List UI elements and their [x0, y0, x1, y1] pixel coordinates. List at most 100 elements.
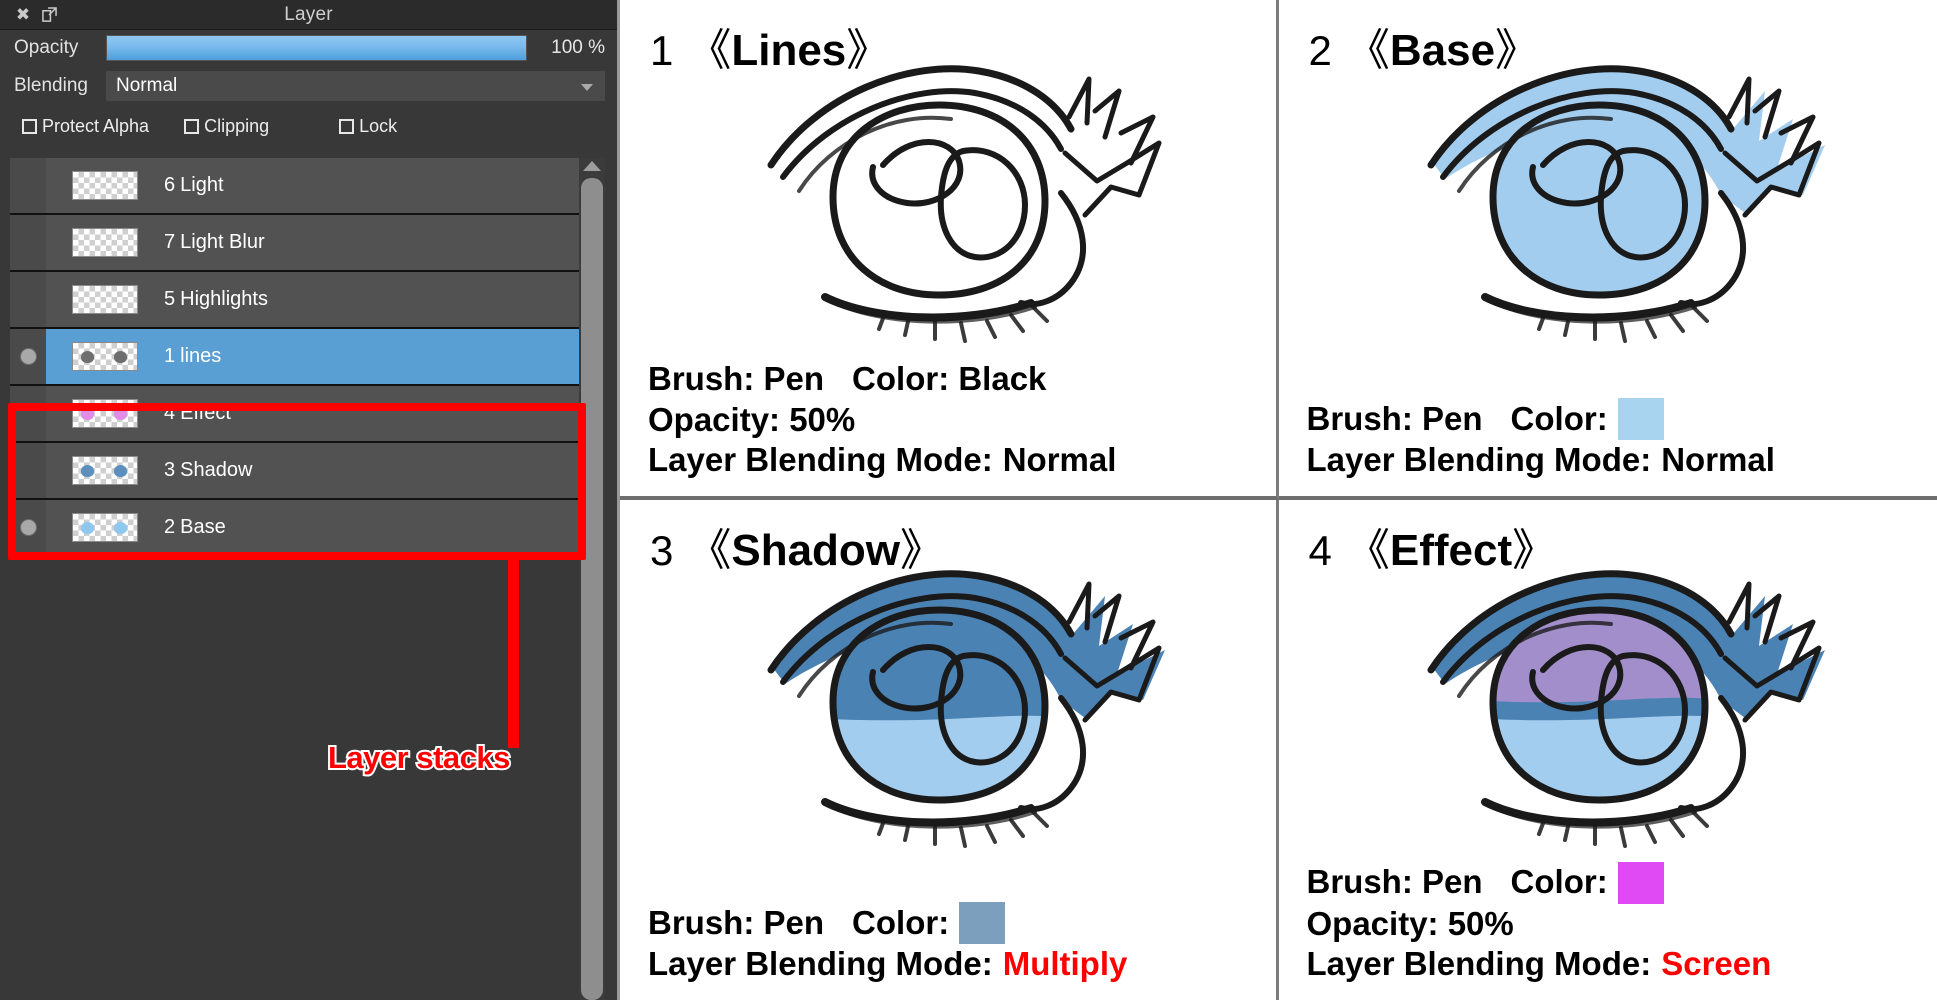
panel-titlebar: ✖ Layer: [0, 0, 617, 30]
layer-index: 3: [164, 459, 176, 481]
layer-row-light-blur[interactable]: 7 Light Blur: [10, 215, 580, 272]
layer-row-shadow[interactable]: 3 Shadow: [10, 443, 580, 500]
layer-name: 1 lines: [164, 345, 221, 368]
eye-line-art: [767, 65, 1162, 343]
thumbnail-eye-icon: [114, 521, 127, 534]
eye-artwork-container: [620, 550, 1276, 850]
layer-label: Light: [180, 174, 224, 196]
brush-label: Brush: Pen: [1306, 399, 1483, 437]
layer-row-highlights[interactable]: 5 Highlights: [10, 272, 580, 329]
layer-thumbnail: [72, 456, 138, 485]
eye-artwork-container: [1279, 45, 1937, 345]
layer-thumbnail: [72, 399, 138, 428]
color-label: Color: Black: [852, 360, 1047, 398]
brush-label: Brush: Pen: [648, 903, 825, 941]
opacity-line: Opacity: 50%: [1306, 904, 1514, 942]
step-info-block: Brush: Pen Color: Layer Blending Mode: Norm…: [1306, 397, 1775, 480]
color-swatch: [1617, 397, 1664, 440]
layer-thumbnail: [72, 342, 138, 371]
visibility-toggle[interactable]: [10, 443, 46, 498]
checkbox-box-icon: [22, 118, 37, 134]
step-info-block: Brush: Pen Color: Layer Blending Mode: Mult…: [648, 901, 1128, 984]
thumbnail-eye-icon: [81, 350, 94, 363]
checkbox-lock[interactable]: Lock: [339, 116, 397, 137]
blend-mode-label: Layer Blending Mode:: [648, 440, 993, 478]
layer-thumbnail: [72, 513, 138, 542]
thumbnail-eye-icon: [81, 464, 94, 477]
layer-name: 7 Light Blur: [164, 231, 265, 254]
blend-mode-label: Layer Blending Mode:: [1306, 944, 1652, 982]
blending-label: Blending: [14, 75, 88, 96]
opacity-line: Opacity: 50%: [648, 400, 856, 438]
layer-label: Highlights: [180, 288, 268, 310]
visibility-toggle[interactable]: [10, 500, 46, 555]
scroll-up-arrow-icon[interactable]: [583, 161, 601, 171]
checkbox-protect-alpha[interactable]: Protect Alpha: [22, 116, 149, 137]
checkbox-label-lock: Lock: [359, 115, 398, 136]
visibility-dot-icon: [19, 519, 37, 536]
layer-name: 6 Light: [164, 174, 224, 197]
layer-options-row: Protect Alpha Clipping Lock: [0, 106, 617, 146]
layer-row-light[interactable]: 6 Light: [10, 158, 580, 215]
visibility-toggle[interactable]: [10, 386, 46, 441]
layer-thumbnail: [72, 228, 138, 257]
layer-label: Shadow: [180, 459, 253, 481]
step-info-block: Brush: Pen Color: Black Opacity: 50% Layer …: [648, 359, 1116, 480]
blend-mode-value: Normal: [1002, 440, 1117, 478]
opacity-slider[interactable]: [106, 35, 527, 61]
layer-list-scrollbar[interactable]: [579, 158, 605, 1000]
chevron-down-icon: [581, 84, 593, 91]
steps-grid: 1 《Lines》 Brush: Pen Color: Black Opacity: …: [620, 0, 1937, 1000]
blend-mode-value: Normal: [1661, 440, 1775, 478]
visibility-toggle[interactable]: [10, 215, 46, 270]
step-panel-lines: 1 《Lines》 Brush: Pen Color: Black Opacity: …: [620, 0, 1279, 500]
scrollbar-thumb[interactable]: [581, 178, 603, 1000]
blend-mode-line: Layer Blending Mode: Screen: [1307, 944, 1772, 984]
blend-mode-label: Layer Blending Mode:: [1306, 440, 1652, 478]
brush-color-line: Brush: Pen Color:: [1306, 397, 1775, 440]
layer-name: 2 Base: [164, 516, 226, 539]
layer-label: Base: [180, 516, 226, 538]
layer-index: 5: [164, 288, 176, 310]
layer-index: 1: [164, 345, 176, 367]
color-swatch: [959, 901, 1006, 944]
blending-mode-value: Normal: [116, 75, 178, 96]
thumbnail-eye-icon: [114, 464, 127, 477]
opacity-label: Opacity: [14, 37, 79, 58]
layer-row-lines[interactable]: 1 lines: [10, 329, 580, 386]
checkbox-clipping[interactable]: Clipping: [184, 116, 269, 137]
thumbnail-eye-icon: [81, 407, 94, 420]
layer-panel: ✖ Layer Opacity 100 % Blending Normal Pr…: [0, 0, 620, 1000]
opacity-slider-fill: [107, 36, 526, 60]
layer-index: 4: [164, 402, 176, 424]
visibility-dot-icon: [19, 348, 37, 365]
layer-list-container[interactable]: 6 Light 7 Light Blur 5 Highlights 1 lines 4 Effec…: [10, 158, 585, 1000]
thumbnail-eye-icon: [114, 350, 127, 363]
blending-mode-select[interactable]: Normal: [106, 71, 605, 101]
visibility-toggle[interactable]: [10, 272, 46, 327]
layer-row-effect[interactable]: 4 Effect: [10, 386, 580, 443]
opacity-value: 100 %: [551, 37, 605, 58]
blending-row: Blending Normal: [0, 66, 617, 106]
visibility-toggle[interactable]: [10, 158, 46, 213]
layer-label: lines: [180, 345, 222, 367]
eye-illustration: [1427, 570, 1825, 848]
visibility-toggle[interactable]: [10, 329, 46, 384]
annotation-leader-line: [508, 560, 519, 748]
layer-label: Effect: [180, 402, 231, 424]
layer-list: 6 Light 7 Light Blur 5 Highlights 1 lines 4 Effec…: [10, 158, 580, 557]
layer-row-base[interactable]: 2 Base: [10, 500, 580, 557]
color-label: Color:: [852, 903, 950, 941]
thumbnail-eye-icon: [114, 407, 127, 420]
blend-mode-value: Multiply: [1002, 944, 1128, 982]
blend-mode-value: Screen: [1661, 944, 1772, 982]
eye-artwork-container: [620, 45, 1276, 345]
brush-color-line: Brush: Pen Color:: [648, 901, 1127, 944]
brush-label: Brush: Pen: [648, 360, 825, 398]
blend-mode-line: Layer Blending Mode: Normal: [1307, 440, 1775, 480]
layer-index: 2: [164, 516, 176, 538]
layer-stacks-annotation: Layer stacks: [326, 738, 512, 777]
layer-index: 6: [164, 174, 176, 196]
thumbnail-eye-icon: [81, 521, 94, 534]
layer-name: 5 Highlights: [164, 288, 268, 311]
